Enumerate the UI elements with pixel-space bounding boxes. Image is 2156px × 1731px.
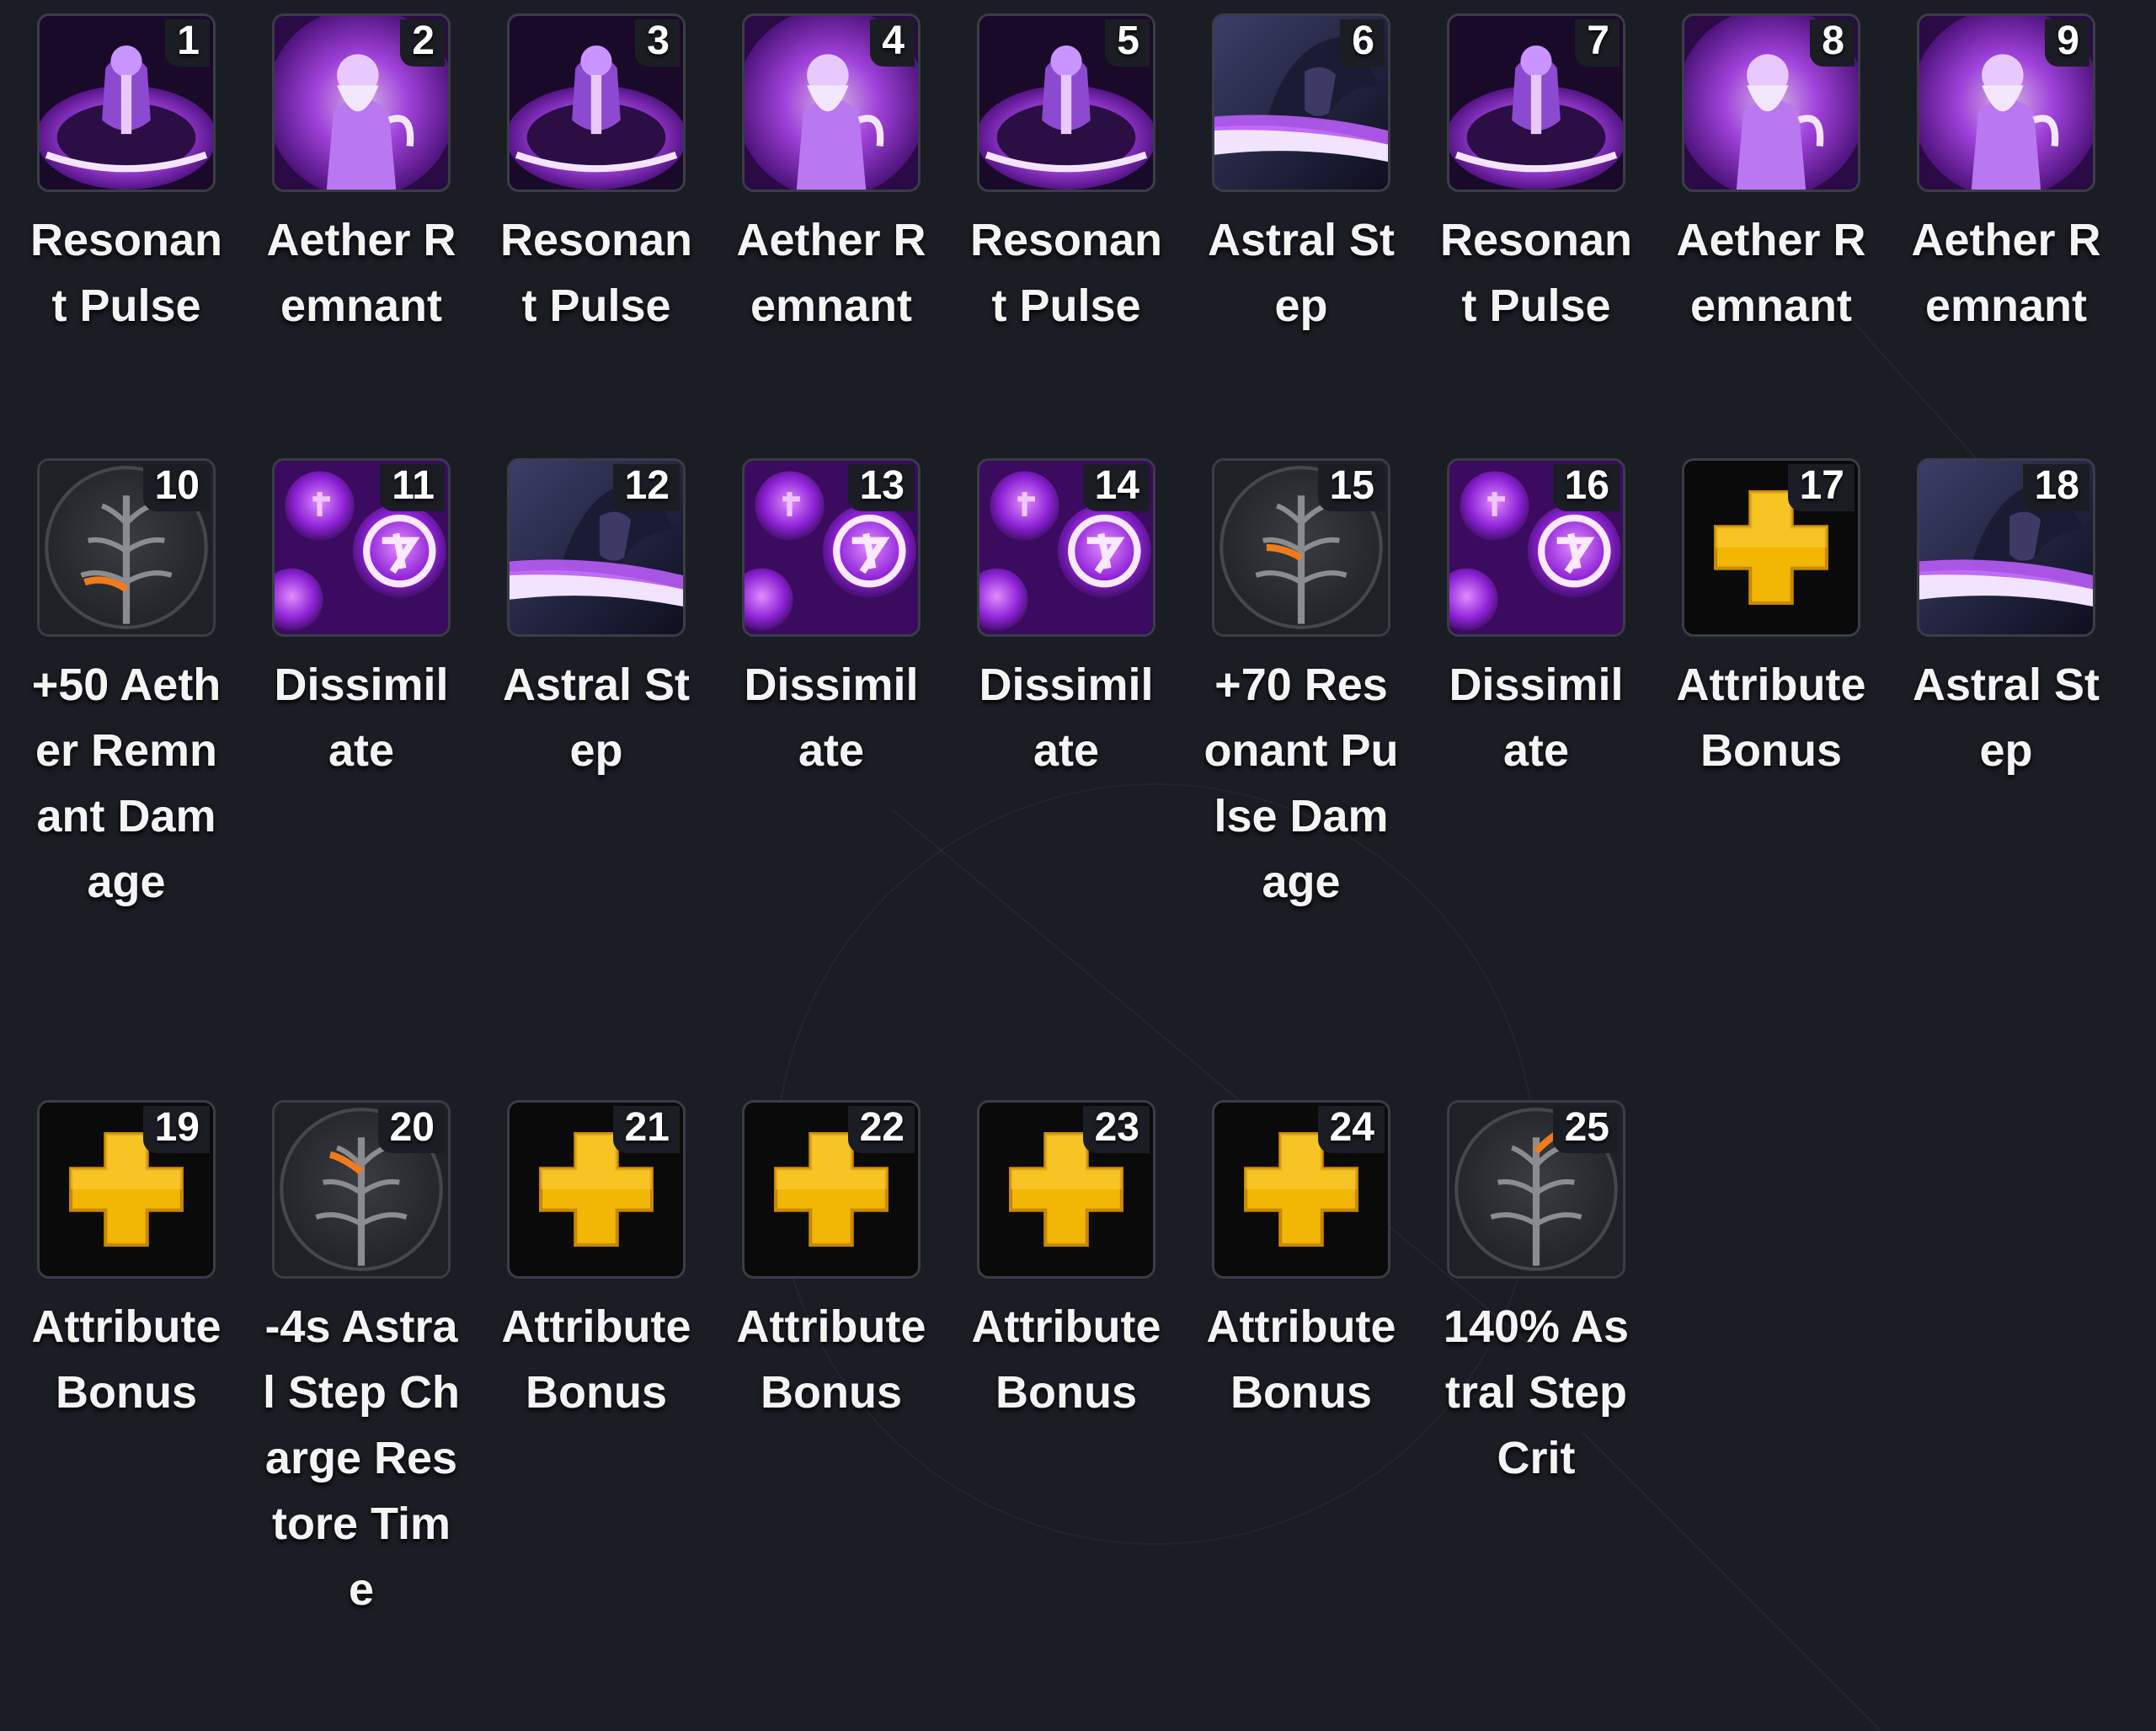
step-number: 23 [1082,1106,1150,1153]
step-number: 16 [1552,464,1620,511]
step-number: 11 [380,464,445,511]
talent-label: Attribute Bonus [31,1301,221,1418]
step-number: 13 [847,464,915,511]
step-number: 14 [1082,464,1150,511]
dissimilate-icon: 14 [977,458,1155,637]
step-number: 18 [2022,464,2089,511]
talent-label: Dissimilate [979,660,1154,776]
talent-label: Attribute Bonus [1676,660,1866,776]
step-number: 21 [612,1106,680,1153]
talent-label: Attribute Bonus [1206,1301,1396,1418]
step-number: 1 [165,19,210,67]
aether-remnant-icon: 9 [1917,13,2095,192]
talent-branch-icon: 20 [272,1100,451,1279]
aether-remnant-icon: 8 [1682,13,1860,192]
step-number: 3 [635,19,680,67]
talent-label: -4s Astral Step Charge Restore Time [262,1301,460,1615]
step-number: 7 [1575,19,1620,67]
aether-remnant-icon: 2 [272,13,451,192]
astral-step-icon: 18 [1917,458,2095,637]
step-number: 25 [1552,1106,1620,1153]
attribute-bonus-icon: 22 [742,1100,921,1279]
talent-label: Attribute Bonus [971,1301,1161,1418]
talent-label: Resonant Pulse [29,215,223,331]
dissimilate-icon: 11 [272,458,451,637]
step-number: 12 [612,464,680,511]
talent-label: Aether Remnant [266,215,456,331]
talent-branch-icon: 25 [1447,1100,1625,1279]
step-number: 6 [1340,19,1385,67]
talent-label: Resonant Pulse [499,215,693,331]
resonant-pulse-icon: 5 [977,13,1155,192]
talent-branch-icon: 15 [1212,458,1390,637]
dissimilate-icon: 13 [742,458,921,637]
step-number: 22 [847,1106,915,1153]
talent-label: +50 Aether Remnant Damage [31,660,221,907]
step-number: 15 [1317,464,1385,511]
step-number: 10 [142,464,210,511]
astral-step-icon: 6 [1212,13,1390,192]
step-number: 9 [2045,19,2089,67]
step-number: 8 [1810,19,1854,67]
talent-label: Astral Step [502,660,691,776]
attribute-bonus-icon: 17 [1682,458,1860,637]
talent-branch-icon: 10 [37,458,216,637]
talent-label: Dissimilate [1449,660,1624,776]
talent-label: Astral Step [1207,215,1396,331]
step-number: 17 [1787,464,1854,511]
step-number: 19 [142,1106,210,1153]
talent-label: Resonant Pulse [1439,215,1633,331]
talent-label: Attribute Bonus [736,1301,926,1418]
talent-label: Resonant Pulse [969,215,1163,331]
dissimilate-icon: 16 [1447,458,1625,637]
talent-order-grid: 1 Resonant Pulse 2 Aether Remnant 3 Resonan… [0,0,2156,1726]
talent-label: Dissimilate [744,660,919,776]
aether-remnant-icon: 4 [742,13,921,192]
talent-label: Aether Remnant [1676,215,1866,331]
astral-step-icon: 12 [507,458,686,637]
talent-label: 140% Astral Step Crit [1443,1301,1630,1483]
talent-label: Astral Step [1912,660,2100,776]
talent-label: +70 Resonant Pulse Damage [1203,660,1399,907]
step-number: 4 [870,19,915,67]
resonant-pulse-icon: 7 [1447,13,1625,192]
talent-label: Attribute Bonus [501,1301,691,1418]
step-number: 24 [1317,1106,1385,1153]
talent-label: Dissimilate [274,660,449,776]
attribute-bonus-icon: 23 [977,1100,1155,1279]
step-number: 2 [400,19,445,67]
attribute-bonus-icon: 19 [37,1100,216,1279]
talent-label: Aether Remnant [736,215,926,331]
resonant-pulse-icon: 3 [507,13,686,192]
attribute-bonus-icon: 24 [1212,1100,1390,1279]
step-number: 20 [377,1106,445,1153]
talent-label: Aether Remnant [1911,215,2101,331]
attribute-bonus-icon: 21 [507,1100,686,1279]
resonant-pulse-icon: 1 [37,13,216,192]
step-number: 5 [1105,19,1150,67]
